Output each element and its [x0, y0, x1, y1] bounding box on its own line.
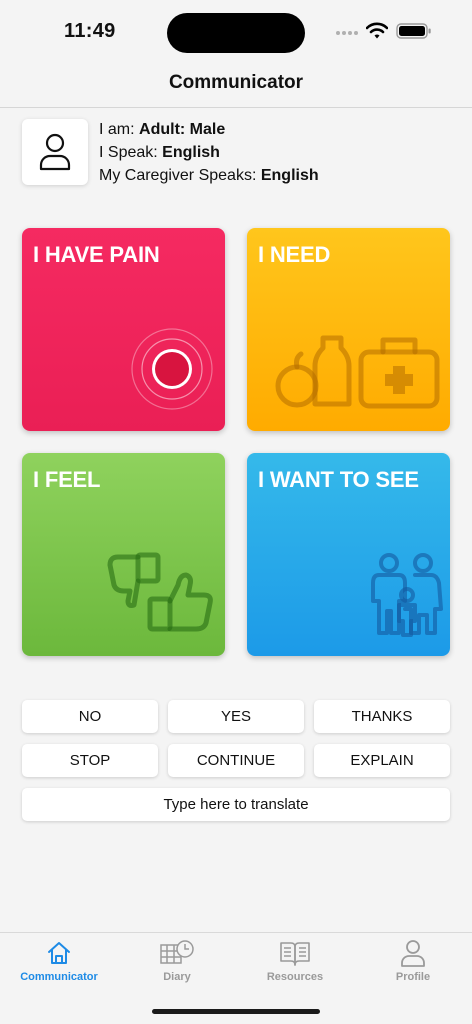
tile-i-have-pain[interactable]: I HAVE PAIN [22, 228, 225, 431]
pain-target-icon [131, 328, 213, 410]
profile-avatar-button[interactable] [22, 119, 88, 185]
profile-line-caregiver: My Caregiver Speaks: English [99, 167, 319, 184]
tab-label: Profile [395, 971, 431, 983]
tab-label: Communicator [20, 971, 98, 983]
tile-label: I WANT TO SEE [258, 467, 419, 492]
yes-button[interactable]: YES [168, 700, 304, 733]
no-button[interactable]: NO [22, 700, 158, 733]
thanks-button[interactable]: THANKS [314, 700, 450, 733]
explain-button[interactable]: EXPLAIN [314, 744, 450, 777]
status-time: 11:49 [64, 20, 116, 42]
tile-label: I FEEL [33, 467, 101, 492]
person-icon [401, 940, 425, 967]
page-title: Communicator [168, 72, 304, 93]
battery-icon [396, 23, 431, 39]
tile-i-need[interactable]: I NEED [247, 228, 450, 431]
stop-button[interactable]: STOP [22, 744, 158, 777]
home-indicator [152, 1009, 320, 1014]
food-medkit-icon [275, 335, 440, 409]
tile-label: I NEED [258, 242, 331, 267]
tab-communicator[interactable]: Communicator [0, 939, 118, 995]
tab-diary[interactable]: Diary [118, 939, 236, 995]
profile-line-speak: I Speak: English [99, 144, 220, 161]
tab-profile[interactable]: Profile [354, 939, 472, 995]
dynamic-island [167, 13, 305, 53]
translate-input[interactable] [22, 788, 450, 821]
signal-icon [336, 31, 358, 35]
profile-speak-value: English [162, 144, 220, 161]
person-icon [39, 133, 71, 171]
tab-label: Resources [266, 971, 324, 983]
tile-i-feel[interactable]: I FEEL [22, 453, 225, 656]
nav-divider [0, 107, 472, 108]
continue-button[interactable]: CONTINUE [168, 744, 304, 777]
wifi-icon [366, 22, 388, 39]
tab-label: Diary [163, 971, 191, 983]
status-bar: 11:49 [0, 0, 472, 60]
family-icon [371, 553, 443, 637]
home-icon [48, 942, 70, 964]
calendar-clock-icon [160, 940, 194, 964]
profile-caregiver-value: English [260, 167, 319, 184]
tile-label: I HAVE PAIN [33, 242, 160, 267]
profile-summary: I am: Adult: Male I Speak: English My Ca… [99, 118, 319, 187]
thumbs-icon [107, 552, 213, 632]
profile-i-am-value: Adult: Male [139, 121, 226, 138]
profile-line-i-am: I am: Adult: Male [99, 121, 226, 138]
tile-i-want-to-see[interactable]: I WANT TO SEE [247, 453, 450, 656]
book-icon [280, 942, 310, 966]
tab-resources[interactable]: Resources [236, 939, 354, 995]
